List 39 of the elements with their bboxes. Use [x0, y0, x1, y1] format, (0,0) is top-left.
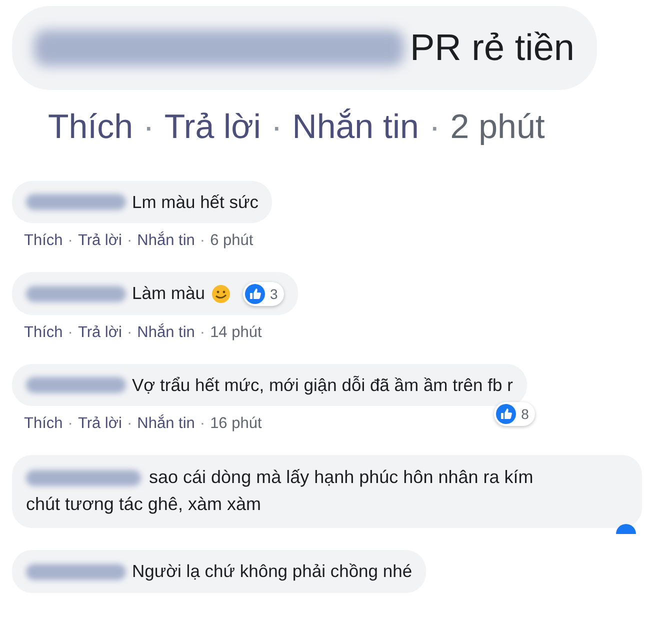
comment-text: PR rẻ tiền: [410, 26, 575, 70]
like-count-badge[interactable]: 8: [494, 402, 535, 426]
separator-dot: ·: [428, 108, 440, 147]
comment-time[interactable]: 14 phút: [210, 324, 262, 342]
separator-dot: ·: [68, 415, 73, 434]
comment-action-link[interactable]: Trả lời: [78, 232, 122, 250]
comment-action-link[interactable]: Nhắn tin: [137, 415, 195, 434]
comment-action-link[interactable]: Thích: [24, 324, 63, 342]
separator-dot: ·: [143, 108, 154, 147]
separator-dot: ·: [270, 108, 282, 147]
comment-time[interactable]: 16 phút: [210, 415, 262, 434]
comment-action-link[interactable]: Nhắn tin: [292, 108, 419, 147]
comment-action-link[interactable]: Trả lời: [78, 324, 122, 342]
like-icon: [496, 404, 516, 424]
comment-text: Lm màu hết sức: [132, 190, 258, 214]
comment-action-link[interactable]: Nhắn tin: [137, 324, 195, 342]
comment-text: Vợ trẩu hết mức, mới giận dỗi đã ầm ầm trên fb r: [132, 374, 513, 397]
like-icon: [244, 284, 265, 304]
separator-dot: ·: [200, 232, 206, 250]
comment-action-link[interactable]: Nhắn tin: [137, 232, 195, 250]
comment-text: Người lạ chứ không phải chồng nhé: [132, 560, 412, 584]
separator-dot: ·: [126, 232, 132, 250]
comment-action-link[interactable]: Trả lời: [164, 108, 261, 147]
separator-dot: ·: [200, 324, 206, 342]
comment-text: Làm màu: [132, 282, 205, 306]
comment-text: chút tương tác ghê, xàm xàm: [26, 493, 261, 516]
separator-dot: ·: [68, 324, 73, 342]
separator-dot: ·: [126, 415, 132, 434]
comment-action-link[interactable]: Trả lời: [78, 415, 122, 434]
comment-time[interactable]: 2 phút: [450, 108, 545, 147]
comment-time[interactable]: 6 phút: [210, 232, 254, 250]
comment-action-link[interactable]: Thích: [24, 232, 63, 250]
like-count-badge[interactable]: 3: [242, 282, 284, 306]
comment-text: sao cái dòng mà lấy hạnh phúc hôn nhân ra kím: [149, 466, 534, 490]
comment-action-link[interactable]: Thích: [48, 108, 134, 147]
separator-dot: ·: [200, 415, 206, 434]
separator-dot: ·: [126, 324, 132, 342]
comment-action-link[interactable]: Thích: [24, 415, 63, 434]
separator-dot: ·: [68, 232, 73, 250]
